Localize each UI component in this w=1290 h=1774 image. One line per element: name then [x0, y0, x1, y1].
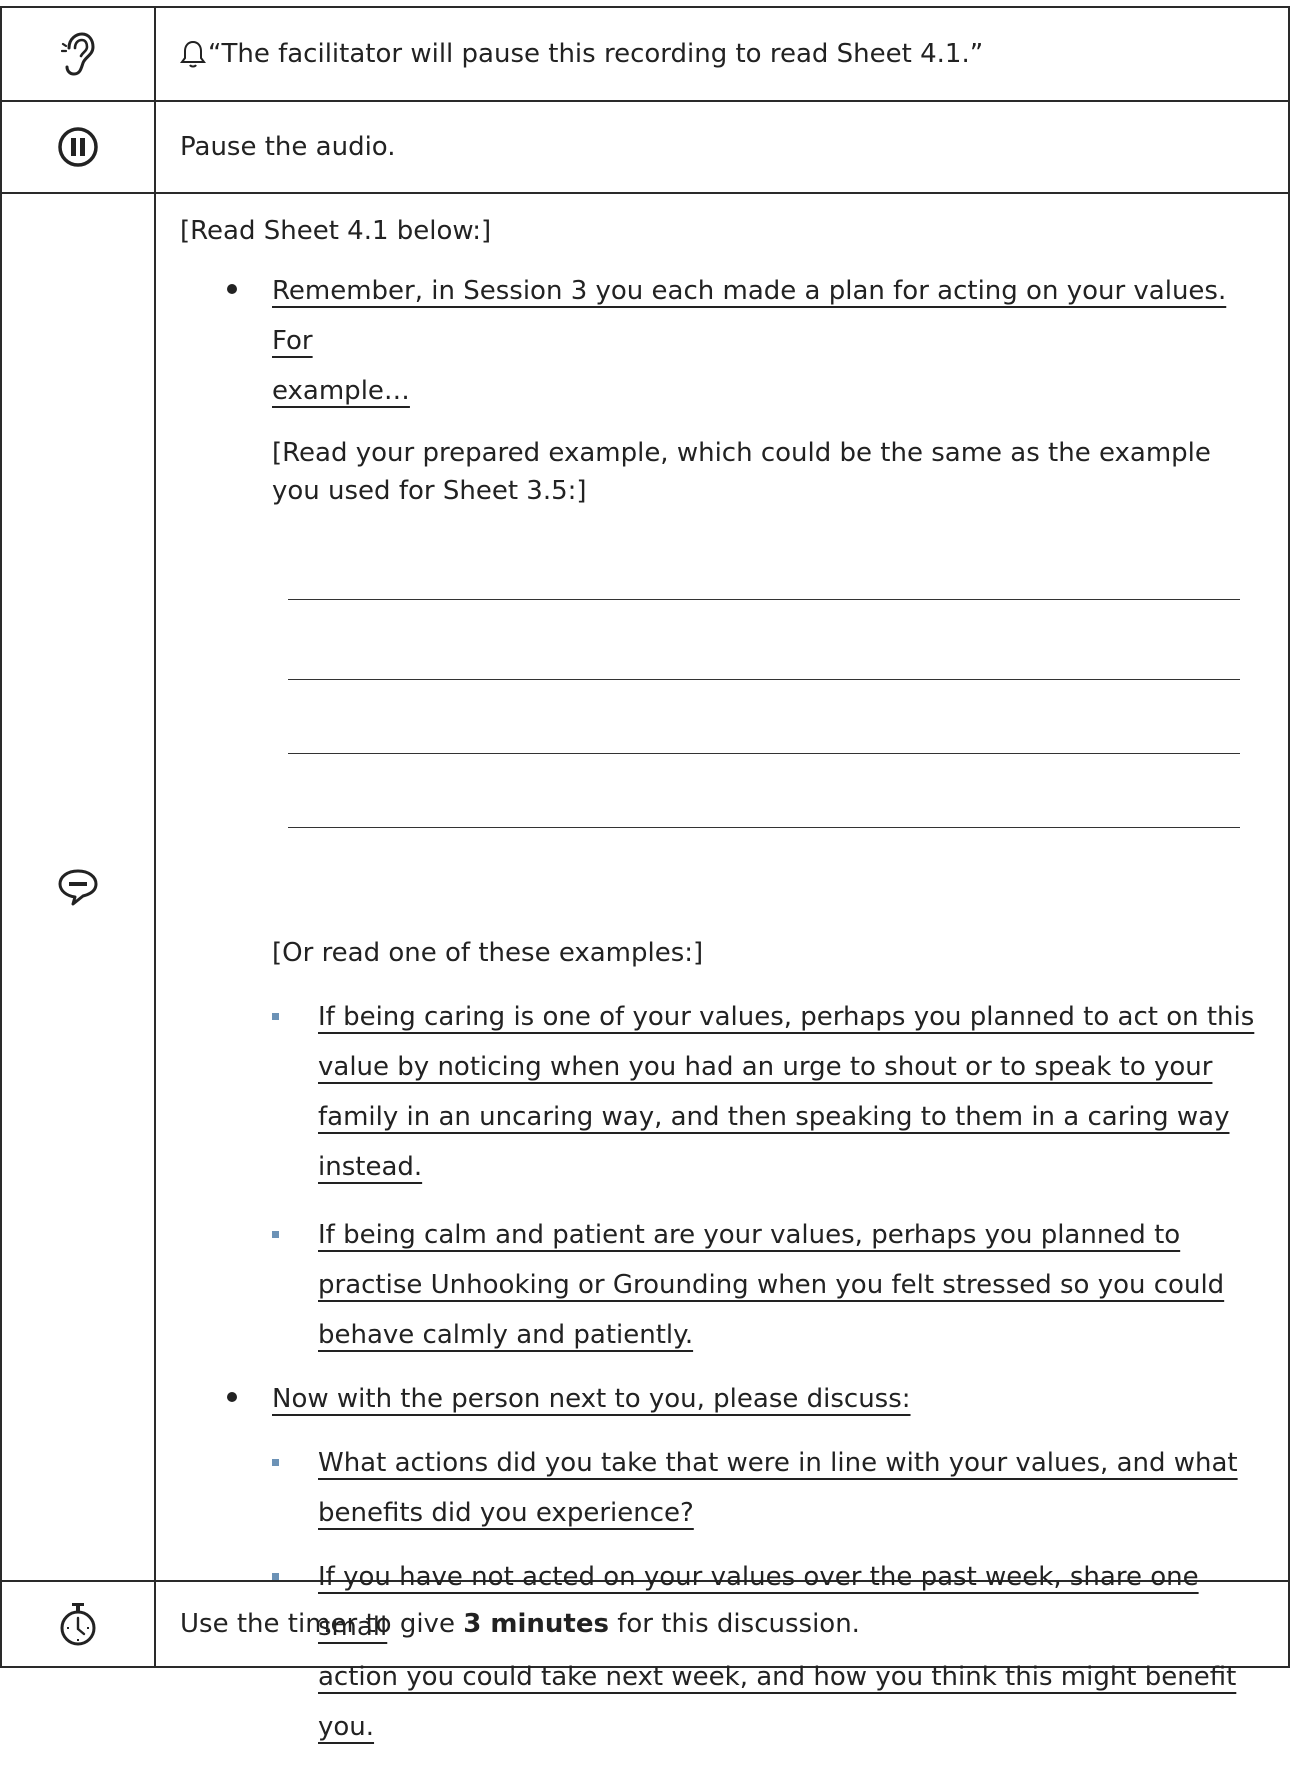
example-calm: If being calm and patient are your value…	[272, 1210, 1270, 1360]
listen-quote: “The facilitator will pause this recordi…	[208, 39, 984, 69]
example-caring-line2: value by noticing when you had an urge t…	[318, 1052, 1213, 1082]
listen-icon-cell	[0, 8, 156, 100]
bullet-remember: Remember, in Session 3 you each made a p…	[227, 266, 1270, 416]
question-actions-line2: benefits did you experience?	[318, 1498, 694, 1528]
example-caring-line1: If being caring is one of your values, p…	[318, 1002, 1255, 1032]
question-not-acted-line1: If you have not acted on your values ove…	[318, 1562, 1199, 1642]
bullet-remember-line1: Remember, in Session 3 you each made a p…	[272, 276, 1227, 356]
bullet-remember-line2: example…	[272, 376, 410, 406]
question-not-acted-line3: you.	[318, 1712, 375, 1742]
speak-icon-cell	[0, 194, 156, 1580]
question-actions-line1: What actions did you take that were in l…	[318, 1448, 1238, 1478]
example-calm-line2: practise Unhooking or Grounding when you…	[318, 1270, 1225, 1300]
prepared-note-line1: [Read your prepared example, which could…	[272, 438, 1211, 468]
pause-row: Pause the audio.	[0, 102, 1290, 194]
blank-line-3	[288, 752, 1240, 754]
prepared-example-note: [Read your prepared example, which could…	[272, 434, 1270, 510]
example-caring-line3: family in an uncaring way, and then spea…	[318, 1102, 1230, 1132]
pause-icon-cell	[0, 102, 156, 192]
pause-text: Pause the audio.	[156, 102, 1290, 192]
timer-icon-cell	[0, 1582, 156, 1666]
bullet-discuss-text: Now with the person next to you, please …	[272, 1384, 911, 1414]
bullet-discuss: Now with the person next to you, please …	[227, 1374, 1270, 1424]
blank-line-1	[288, 598, 1240, 600]
blank-line-4	[288, 826, 1240, 828]
example-caring-line4: instead.	[318, 1152, 423, 1182]
speak-content: [Read Sheet 4.1 below:] Remember, in Ses…	[156, 194, 1290, 1742]
facilitator-script-table: “The facilitator will pause this recordi…	[0, 6, 1290, 1742]
question-actions: What actions did you take that were in l…	[272, 1438, 1270, 1538]
blank-line-2	[288, 678, 1240, 680]
speak-intro: [Read Sheet 4.1 below:]	[180, 216, 492, 246]
bell-icon	[180, 40, 206, 68]
ear-icon	[61, 32, 95, 76]
prepared-note-line2: you used for Sheet 3.5:]	[272, 476, 587, 506]
pause-icon	[58, 127, 98, 167]
speech-bubble-icon	[58, 869, 98, 906]
example-caring: If being caring is one of your values, p…	[272, 992, 1270, 1192]
question-not-acted-line2: action you could take next week, and how…	[318, 1662, 1237, 1692]
question-not-acted: If you have not acted on your values ove…	[272, 1552, 1270, 1752]
example-calm-line3: behave calmly and patiently.	[318, 1320, 694, 1350]
or-examples-note: [Or read one of these examples:]	[272, 938, 704, 968]
example-calm-line1: If being calm and patient are your value…	[318, 1220, 1181, 1250]
listen-row: “The facilitator will pause this recordi…	[0, 6, 1290, 102]
speak-row: [Read Sheet 4.1 below:] Remember, in Ses…	[0, 194, 1290, 1742]
stopwatch-icon	[60, 1603, 96, 1646]
listen-text: “The facilitator will pause this recordi…	[156, 8, 1290, 100]
